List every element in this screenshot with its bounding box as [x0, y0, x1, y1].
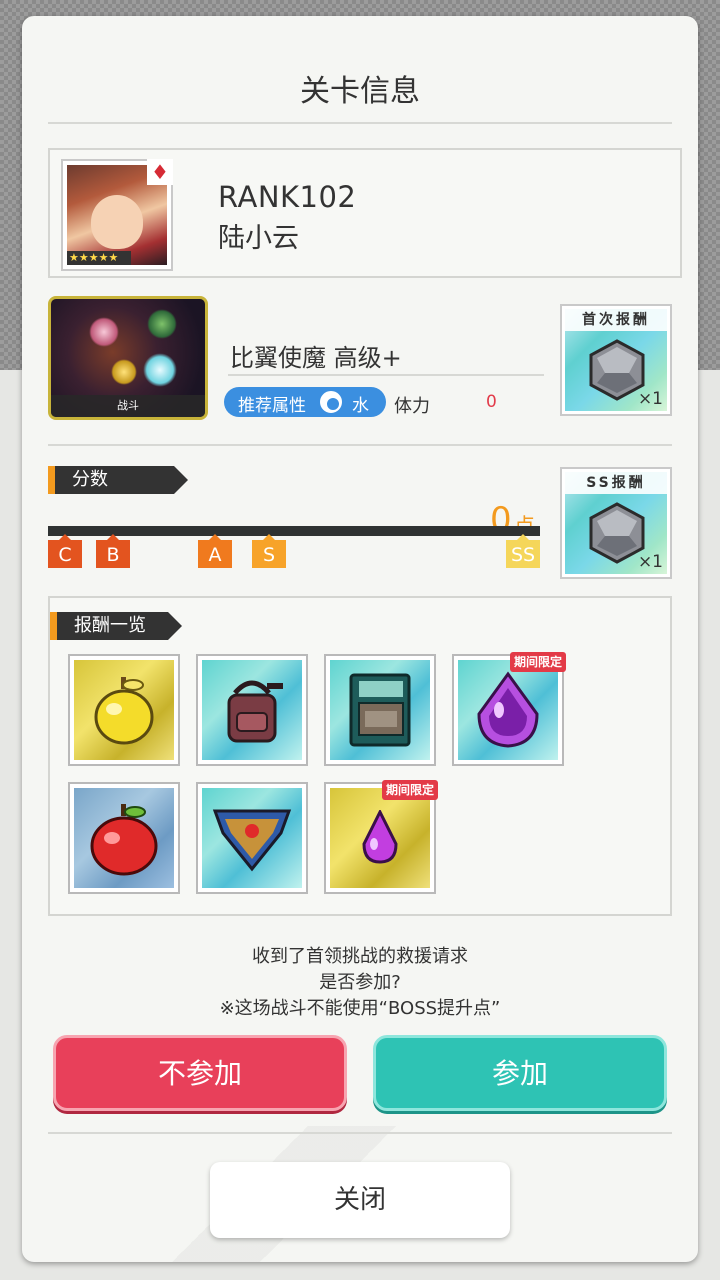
reward-item-shield-emblem[interactable] [196, 782, 308, 894]
reward-item-backpack[interactable] [196, 654, 308, 766]
reward-item-golden-apple[interactable] [68, 654, 180, 766]
rank-marker-ss: SS [506, 534, 540, 568]
rank-marker-a: A [198, 534, 232, 568]
divider [48, 1132, 672, 1134]
reward-item-red-apple[interactable] [68, 782, 180, 894]
player-rank: RANK102 [218, 180, 357, 214]
decline-button[interactable]: 不参加 [53, 1035, 347, 1111]
stamina-value: 0 [486, 392, 497, 412]
reward-item-purple-gem[interactable]: 期间限定 [452, 652, 566, 766]
quest-thumbnail: 战斗 [48, 296, 208, 420]
purple-gem-icon [477, 671, 539, 748]
leaf-icon [147, 309, 177, 339]
recommended-attribute-pill: 推荐属性 水 [224, 387, 386, 417]
reward-item-book[interactable] [324, 654, 436, 766]
close-button[interactable]: 关闭 [210, 1162, 510, 1238]
player-panel: ★★★★★ ♦ RANK102 陆小云 [48, 148, 682, 278]
rewards-list-label: 报酬一览 [74, 615, 146, 636]
golden-apple-icon [94, 677, 154, 745]
score-label: 分数 [72, 469, 108, 490]
silver-ore-icon [589, 502, 645, 564]
shield-emblem-icon [212, 809, 292, 872]
crystal-icon [143, 353, 177, 387]
stage-info-dialog: 关卡信息 ★★★★★ ♦ RANK102 陆小云 战斗 比翼使魔 高级+ 推荐属… [22, 16, 698, 1262]
player-name: 陆小云 [218, 223, 299, 254]
message-line-1: 收到了首领挑战的救援请求 [252, 946, 468, 967]
ss-reward-count: ×1 [637, 552, 663, 572]
first-clear-reward-header: 首次报酬 [565, 309, 667, 331]
score-progress-bar [48, 526, 540, 536]
rank-marker-s: S [252, 534, 286, 568]
dialog-title: 关卡信息 [300, 74, 420, 109]
avatar-face [91, 195, 143, 249]
divider [48, 122, 672, 124]
ss-reward-header: SS报酬 [565, 472, 667, 494]
ss-reward[interactable]: SS报酬 ×1 [560, 467, 672, 579]
message-line-3: ※这场战斗不能使用“BOSS提升点” [219, 998, 501, 1019]
backpack-icon [227, 680, 283, 743]
quest-name: 比翼使魔 高级+ [230, 344, 402, 372]
divider [48, 444, 672, 446]
rank-marker-b: B [96, 534, 130, 568]
quest-underline [228, 374, 544, 376]
quest-type-label: 战斗 [51, 395, 205, 417]
reward-item-purple-drop[interactable]: 期间限定 [324, 780, 438, 894]
gold-spark-icon [111, 359, 137, 385]
stamina-label: 体力 [394, 396, 430, 417]
water-attribute-icon [320, 391, 342, 413]
rarity-stars: ★★★★★ [67, 251, 131, 265]
player-avatar[interactable]: ★★★★★ ♦ [61, 159, 173, 271]
purple-drop-icon [362, 810, 398, 864]
book-icon [349, 673, 411, 747]
recommended-attribute-value: 水 [352, 396, 369, 416]
limited-time-badge: 期间限定 [381, 780, 438, 800]
score-tag: 分数 [48, 466, 188, 494]
join-button[interactable]: 参加 [373, 1035, 667, 1111]
rank-marker-c: C [48, 534, 82, 568]
message-line-2: 是否参加? [319, 972, 401, 993]
rewards-list-tag: 报酬一览 [50, 612, 182, 640]
first-clear-reward-count: ×1 [637, 389, 663, 409]
flower-icon [89, 317, 119, 347]
red-apple-icon [90, 804, 158, 876]
silver-ore-icon [589, 339, 645, 401]
diamond-suit-icon: ♦ [147, 159, 173, 185]
recommended-attribute-label: 推荐属性 [238, 396, 306, 416]
first-clear-reward[interactable]: 首次报酬 ×1 [560, 304, 672, 416]
rewards-list-panel: 报酬一览 期间限定 期间限定 [48, 596, 672, 916]
limited-time-badge: 期间限定 [509, 652, 566, 672]
